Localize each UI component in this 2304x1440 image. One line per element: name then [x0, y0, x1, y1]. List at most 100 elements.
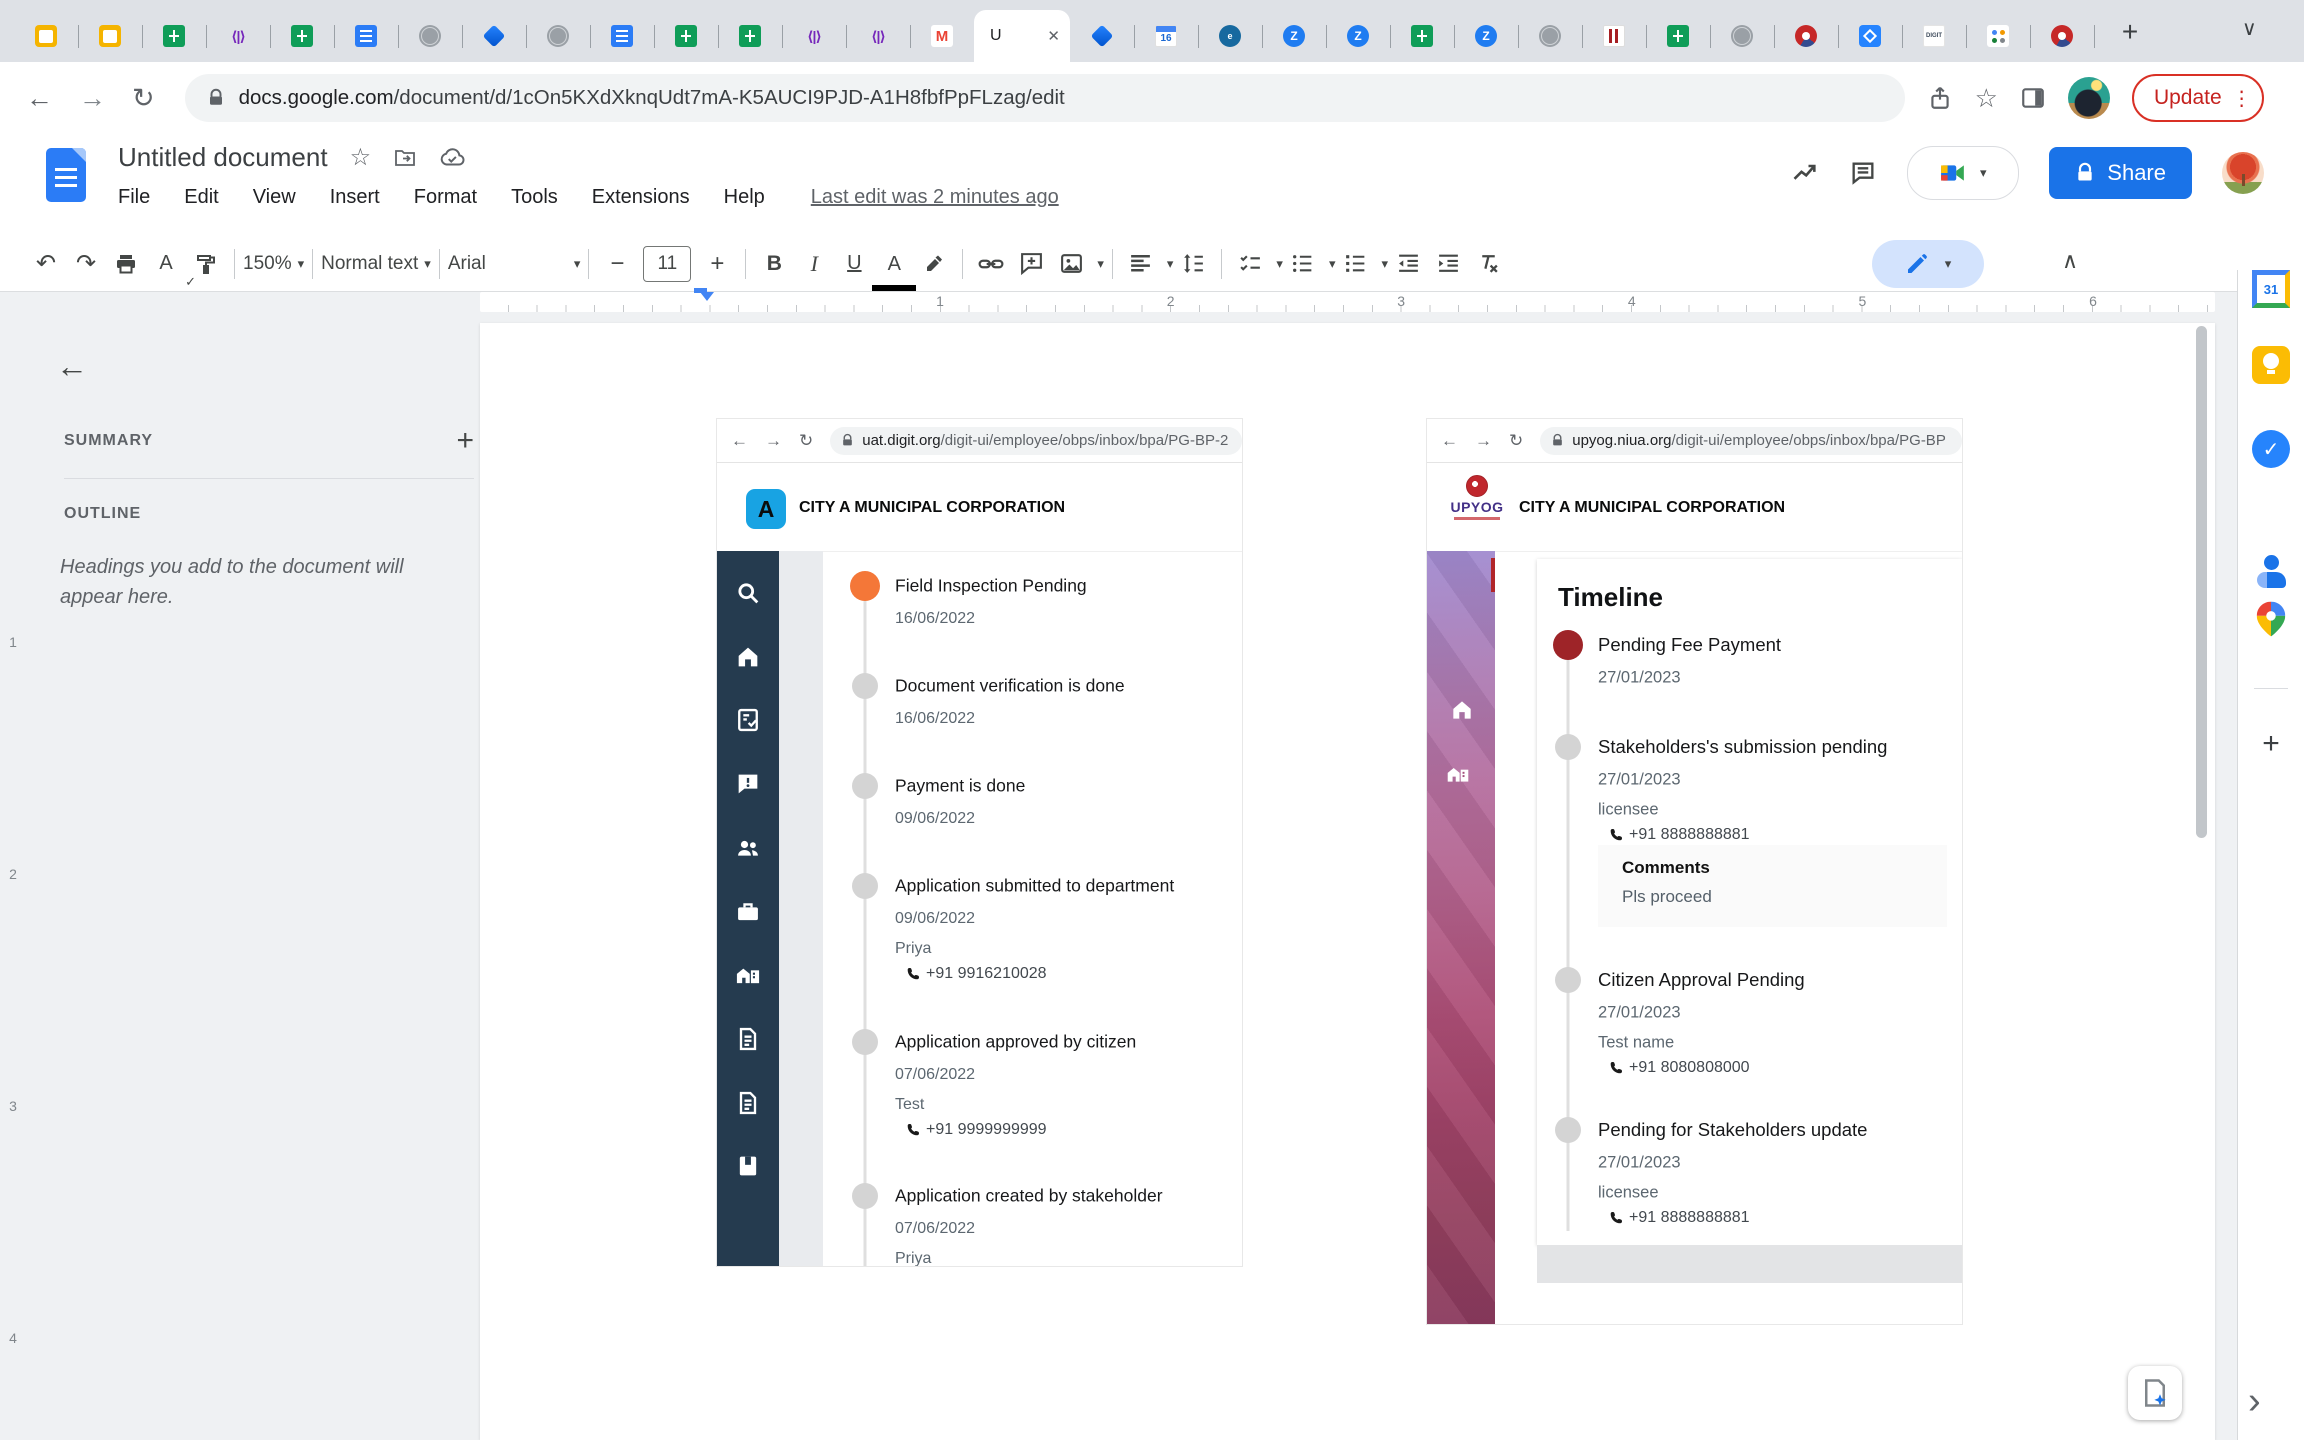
font-size-input[interactable]: 11	[643, 246, 691, 282]
increase-font-size-button[interactable]: +	[697, 244, 737, 284]
move-to-folder-icon[interactable]	[393, 146, 417, 170]
underline-button[interactable]: U	[834, 244, 874, 284]
briefcase-icon[interactable]	[734, 898, 762, 926]
chat-alert-icon[interactable]	[734, 770, 762, 798]
tab[interactable]	[526, 10, 590, 62]
editing-mode-button[interactable]: ▾	[1872, 240, 1984, 288]
activity-stats-icon[interactable]	[1791, 159, 1819, 187]
checklist-dropdown-icon[interactable]: ▾	[1276, 256, 1283, 272]
checklist-button[interactable]	[1230, 244, 1270, 284]
google-maps-icon[interactable]	[2252, 600, 2290, 638]
tab[interactable]: ⟨|⟩	[782, 10, 846, 62]
tab[interactable]: ⟨|⟩	[846, 10, 910, 62]
tab[interactable]: 16	[1134, 10, 1198, 62]
menu-tools[interactable]: Tools	[511, 186, 558, 209]
font-select[interactable]: Arial	[448, 253, 568, 275]
insert-image-button[interactable]	[1051, 244, 1091, 284]
menu-edit[interactable]: Edit	[184, 186, 218, 209]
explore-button[interactable]	[2128, 1366, 2182, 1420]
document-title[interactable]: Untitled document	[118, 142, 328, 173]
tab[interactable]	[1390, 10, 1454, 62]
google-docs-logo-icon[interactable]	[46, 148, 86, 202]
bulleted-list-button[interactable]	[1283, 244, 1323, 284]
image-dropdown-icon[interactable]: ▾	[1097, 256, 1104, 272]
tab[interactable]	[1966, 10, 2030, 62]
menu-view[interactable]: View	[253, 186, 296, 209]
tab[interactable]	[398, 10, 462, 62]
redo-button[interactable]: ↷	[66, 244, 106, 284]
spellcheck-button[interactable]: A	[146, 244, 186, 284]
indent-marker-triangle[interactable]	[700, 292, 714, 308]
zoom-select[interactable]: 150%	[243, 253, 292, 275]
tab[interactable]	[1646, 10, 1710, 62]
tab-close-icon[interactable]: ✕	[1047, 27, 1060, 45]
decrease-indent-button[interactable]	[1388, 244, 1428, 284]
share-page-icon[interactable]	[1927, 85, 1953, 111]
doc-icon[interactable]	[734, 1025, 762, 1053]
last-edit-link[interactable]: Last edit was 2 minutes ago	[811, 186, 1059, 209]
google-calendar-icon[interactable]: 31	[2252, 270, 2290, 308]
chrome-update-button[interactable]: Update ⋮	[2132, 74, 2264, 122]
chrome-profile-avatar[interactable]	[2068, 77, 2110, 119]
url-bar[interactable]: docs.google.com/document/d/1cOn5KXdXknqU…	[185, 74, 1905, 122]
tab[interactable]	[590, 10, 654, 62]
google-tasks-icon[interactable]: ✓	[2252, 430, 2290, 468]
horizontal-ruler[interactable]: 123456	[480, 292, 2215, 312]
star-document-icon[interactable]: ☆	[350, 143, 372, 172]
tab[interactable]: Z	[1326, 10, 1390, 62]
italic-button[interactable]: I	[794, 244, 834, 284]
clear-formatting-button[interactable]	[1468, 244, 1508, 284]
line-spacing-button[interactable]	[1173, 244, 1213, 284]
tab[interactable]	[654, 10, 718, 62]
undo-button[interactable]: ↶	[26, 244, 66, 284]
style-dropdown-icon[interactable]: ▾	[424, 256, 431, 272]
tab[interactable]: Z	[1262, 10, 1326, 62]
back-button[interactable]: ←	[26, 85, 53, 112]
comment-history-icon[interactable]	[1849, 159, 1877, 187]
tab[interactable]	[1070, 10, 1134, 62]
tab[interactable]: M	[910, 10, 974, 62]
tab[interactable]	[1838, 10, 1902, 62]
tab[interactable]: DIGIT	[1902, 10, 1966, 62]
numbered-list-button[interactable]	[1335, 244, 1375, 284]
menu-format[interactable]: Format	[414, 186, 477, 209]
vertical-scrollbar[interactable]	[2196, 326, 2207, 838]
home-work-icon[interactable]	[734, 961, 762, 989]
new-tab-button[interactable]: +	[2112, 14, 2148, 50]
meet-dropdown-icon[interactable]: ▾	[1980, 165, 1987, 181]
document-page[interactable]: ← → ↻ uat.digit.org/digit-ui/employee/ob…	[480, 323, 2215, 1440]
doc-icon[interactable]	[734, 1089, 762, 1117]
document-status-cloud-icon[interactable]	[439, 145, 465, 171]
tab[interactable]	[270, 10, 334, 62]
increase-indent-button[interactable]	[1428, 244, 1468, 284]
tab[interactable]	[142, 10, 206, 62]
tab[interactable]: ⟨|⟩	[206, 10, 270, 62]
tab-search-chevron-icon[interactable]: ∨	[2242, 16, 2257, 41]
decrease-font-size-button[interactable]: −	[597, 244, 637, 284]
hide-side-panel-chevron-icon[interactable]: ›	[2248, 1380, 2261, 1423]
tab[interactable]	[1710, 10, 1774, 62]
people-icon[interactable]	[734, 834, 762, 862]
active-tab[interactable]: U✕	[974, 10, 1070, 62]
tab[interactable]	[462, 10, 526, 62]
google-keep-icon[interactable]	[2252, 346, 2290, 384]
home-work-icon[interactable]	[1445, 761, 1471, 787]
docs-profile-avatar[interactable]	[2222, 152, 2264, 194]
tab[interactable]	[14, 10, 78, 62]
print-button[interactable]	[106, 244, 146, 284]
menu-insert[interactable]: Insert	[330, 186, 380, 209]
forward-button[interactable]: →	[79, 85, 106, 112]
home-icon[interactable]	[734, 643, 762, 671]
tab[interactable]	[78, 10, 142, 62]
bold-button[interactable]: B	[754, 244, 794, 284]
add-summary-button[interactable]: +	[456, 424, 474, 458]
tab[interactable]: Z	[1454, 10, 1518, 62]
share-button[interactable]: Share	[2049, 147, 2192, 199]
font-dropdown-icon[interactable]: ▾	[574, 256, 581, 272]
update-menu-icon[interactable]: ⋮	[2232, 86, 2252, 111]
hide-menus-chevron-icon[interactable]: ∧	[2062, 248, 2078, 274]
zoom-dropdown-icon[interactable]: ▾	[298, 256, 305, 272]
tab[interactable]: e	[1198, 10, 1262, 62]
tab[interactable]	[1774, 10, 1838, 62]
join-meet-button[interactable]: ▾	[1907, 146, 2019, 200]
